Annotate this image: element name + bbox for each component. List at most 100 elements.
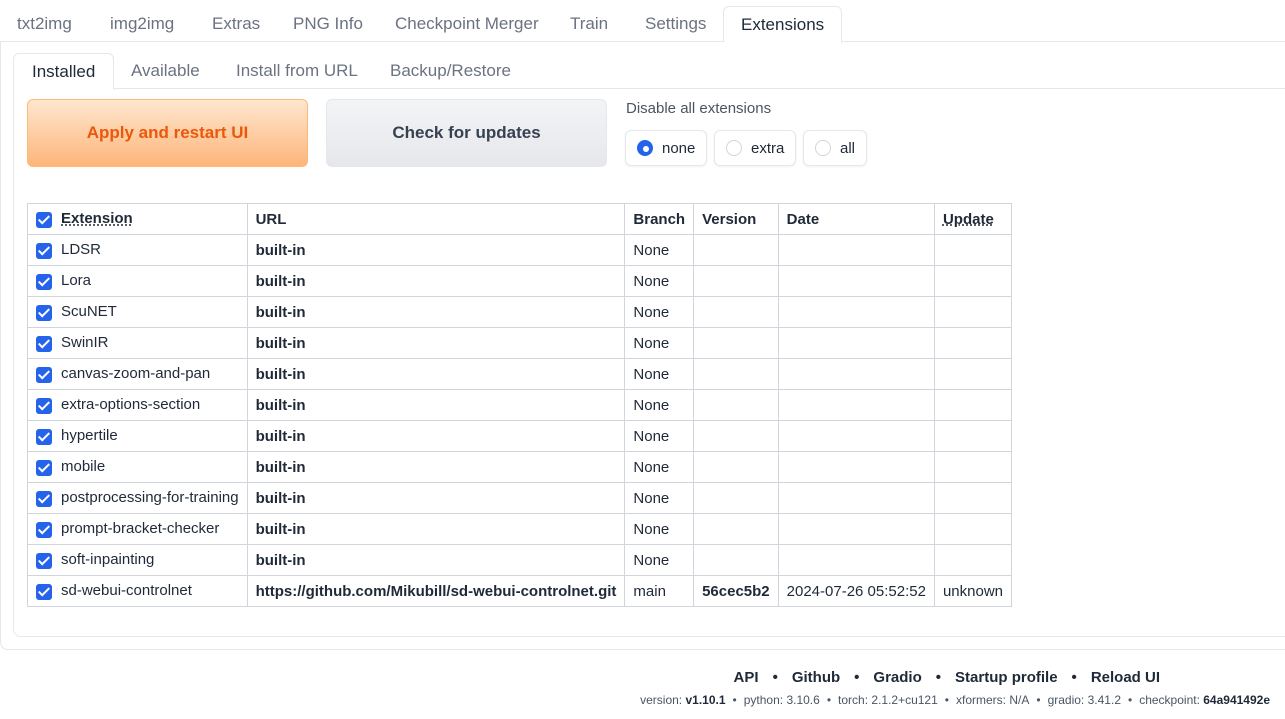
branch-cell: None: [624, 513, 695, 545]
radio-all[interactable]: all: [803, 130, 868, 166]
branch-cell: None: [624, 296, 695, 328]
table-row: canvas-zoom-and-pan built-in None: [27, 358, 1013, 390]
version-cell: [693, 234, 779, 266]
update-cell: [933, 234, 1013, 266]
select-all-checkbox[interactable]: [36, 211, 52, 228]
torch-label: torch:: [838, 693, 869, 707]
tab-img2img[interactable]: img2img: [93, 6, 191, 40]
url-cell: built-in: [246, 234, 626, 266]
version-cell: [693, 389, 779, 421]
extension-cell: canvas-zoom-and-pan: [27, 358, 248, 390]
extension-enabled-checkbox[interactable]: [36, 335, 52, 352]
version-cell: [693, 296, 779, 328]
extension-enabled-checkbox[interactable]: [36, 521, 52, 538]
version-cell: [693, 420, 779, 452]
version-label: version:: [640, 693, 683, 707]
date-cell: [777, 358, 935, 390]
extension-enabled-checkbox[interactable]: [36, 490, 52, 507]
separator-dot: •: [1128, 693, 1133, 707]
checkpoint-value: 64a941492e: [1203, 693, 1270, 707]
table-row: ScuNET built-in None: [27, 296, 1013, 328]
update-cell: [933, 482, 1013, 514]
tab-png-info[interactable]: PNG Info: [276, 6, 380, 40]
extension-cell: ScuNET: [27, 296, 248, 328]
update-cell: [933, 513, 1013, 545]
extension-enabled-checkbox[interactable]: [36, 397, 52, 414]
extensions-sub-tab-bar: Installed Available Install from URL Bac…: [13, 53, 1285, 90]
extension-enabled-checkbox[interactable]: [36, 242, 52, 259]
extension-name: soft-inpainting: [61, 551, 155, 569]
extension-enabled-checkbox[interactable]: [36, 366, 52, 383]
tab-txt2img[interactable]: txt2img: [0, 6, 89, 40]
header-branch: Branch: [624, 203, 695, 235]
extension-name: hypertile: [61, 427, 118, 445]
url-cell: built-in: [246, 420, 626, 452]
extension-name: LDSR: [61, 241, 102, 259]
table-header-row: Extension URL Branch Version Date Update: [27, 203, 1013, 235]
radio-extra[interactable]: extra: [714, 130, 797, 166]
tab-checkpoint-merger[interactable]: Checkpoint Merger: [378, 6, 556, 40]
extension-enabled-checkbox[interactable]: [36, 273, 52, 290]
update-cell: [933, 296, 1013, 328]
branch-cell: None: [624, 482, 695, 514]
tab-backup-restore[interactable]: Backup/Restore: [372, 53, 529, 87]
extension-name: prompt-bracket-checker: [61, 520, 220, 538]
branch-cell: None: [624, 544, 695, 576]
separator-dot: •: [935, 669, 942, 686]
footer-link-github[interactable]: Github: [792, 669, 840, 686]
radio-none[interactable]: none: [625, 130, 708, 166]
branch-cell: None: [624, 420, 695, 452]
footer-link-gradio[interactable]: Gradio: [873, 669, 921, 686]
extension-name: ScuNET: [61, 303, 117, 321]
tab-extras[interactable]: Extras: [195, 6, 277, 40]
tab-available[interactable]: Available: [113, 53, 218, 87]
apply-and-restart-button[interactable]: Apply and restart UI: [27, 99, 308, 167]
footer-link-reload-ui[interactable]: Reload UI: [1091, 669, 1160, 686]
header-version: Version: [693, 203, 779, 235]
update-cell: [933, 389, 1013, 421]
footer-link-api[interactable]: API: [734, 669, 759, 686]
version-cell: [693, 513, 779, 545]
extension-cell: SwinIR: [27, 327, 248, 359]
table-row: postprocessing-for-training built-in None: [27, 482, 1013, 514]
extension-enabled-checkbox[interactable]: [36, 428, 52, 445]
main-tab-bar: txt2img img2img Extras PNG Info Checkpoi…: [0, 6, 1285, 43]
extension-enabled-checkbox[interactable]: [36, 304, 52, 321]
date-cell: [777, 513, 935, 545]
extension-cell: sd-webui-controlnet: [27, 575, 248, 607]
tab-extensions[interactable]: Extensions: [723, 6, 843, 43]
extension-cell: soft-inpainting: [27, 544, 248, 576]
separator-dot: •: [1036, 693, 1041, 707]
extension-cell: LDSR: [27, 234, 248, 266]
url-cell: built-in: [246, 451, 626, 483]
radio-label: extra: [751, 139, 785, 157]
table-row: mobile built-in None: [27, 451, 1013, 483]
extension-name: canvas-zoom-and-pan: [61, 365, 211, 383]
extension-enabled-checkbox[interactable]: [36, 459, 52, 476]
tab-settings[interactable]: Settings: [628, 6, 723, 40]
date-cell: [777, 327, 935, 359]
date-cell: 2024-07-26 05:52:52: [777, 575, 935, 607]
extension-name: extra-options-section: [61, 396, 201, 414]
tab-train[interactable]: Train: [553, 6, 625, 40]
extensions-table: Extension URL Branch Version Date Update…: [27, 203, 1013, 607]
table-row: Lora built-in None: [27, 265, 1013, 297]
extension-enabled-checkbox[interactable]: [36, 583, 52, 600]
version-cell: [693, 482, 779, 514]
separator-dot: •: [826, 693, 832, 707]
extension-cell: mobile: [27, 451, 248, 483]
url-cell: https://github.com/Mikubill/sd-webui-con…: [246, 575, 626, 607]
tab-installed[interactable]: Installed: [13, 53, 115, 90]
check-for-updates-button[interactable]: Check for updates: [326, 99, 607, 167]
separator-dot: •: [772, 669, 778, 686]
update-cell: [933, 358, 1013, 390]
tab-install-from-url[interactable]: Install from URL: [218, 53, 376, 87]
extension-cell: Lora: [27, 265, 248, 297]
table-row: sd-webui-controlnet https://github.com/Mi…: [27, 575, 1013, 607]
radio-dot: [815, 140, 831, 156]
footer-link-startup-profile[interactable]: Startup profile: [955, 669, 1058, 686]
extension-name: SwinIR: [61, 334, 109, 352]
extension-enabled-checkbox[interactable]: [36, 552, 52, 569]
date-cell: [777, 389, 935, 421]
extension-cell: postprocessing-for-training: [27, 482, 248, 514]
